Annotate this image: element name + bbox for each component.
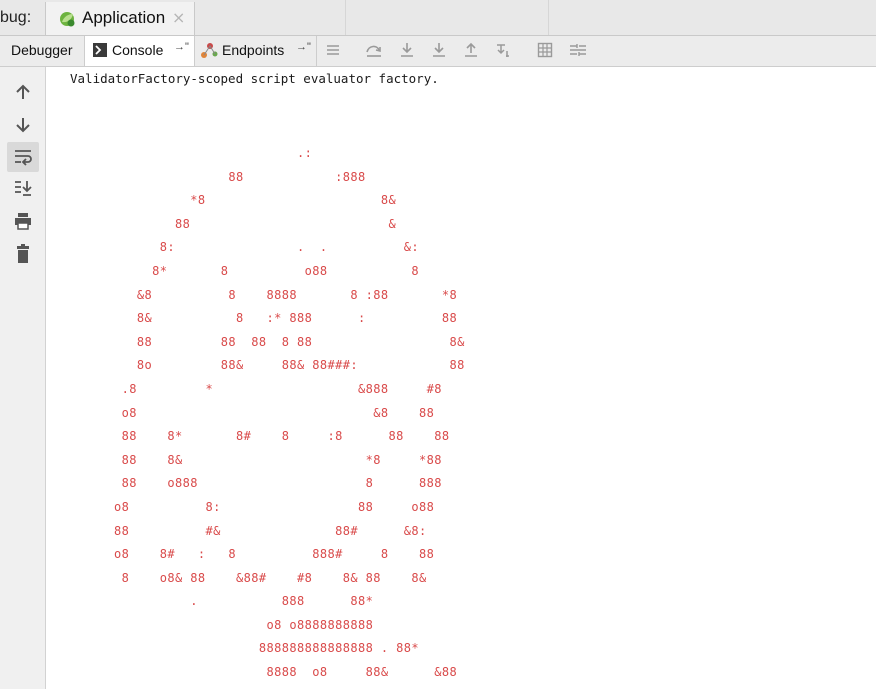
arrow-down-icon[interactable] [13, 116, 33, 138]
ascii-art-banner: .: 88 :888 *8 8& 88 & 8: . . &: 8* 8 o88… [114, 142, 465, 685]
force-step-into-icon[interactable] [431, 42, 447, 62]
run-tab-label: Application [82, 8, 166, 27]
console-log-line: ValidatorFactory-scoped script evaluator… [70, 71, 439, 86]
evaluate-expression-icon[interactable] [537, 42, 553, 62]
ascii-art-line: 8888 o8 88& &88 [114, 665, 458, 680]
run-to-cursor-icon[interactable] [495, 42, 513, 62]
pin-tab-icon[interactable]: →" [296, 41, 311, 53]
ascii-art-line: o8 o8888888888 [114, 617, 374, 632]
ascii-art-line: 8 o8& 88 &88# #8 8& 88 8& [114, 570, 427, 585]
show-execution-point-icon[interactable] [325, 42, 341, 62]
print-icon[interactable] [13, 212, 33, 234]
ascii-art-line: 88 :888 [114, 169, 366, 184]
clear-all-trash-icon[interactable] [13, 244, 33, 268]
trace-current-stream-icon[interactable] [569, 42, 587, 62]
ascii-art-line: . 888 88* [114, 594, 374, 609]
ascii-art-line: 8: . . &: [114, 240, 419, 255]
ascii-art-line: o8 &8 88 [114, 405, 435, 420]
arrow-up-icon[interactable] [13, 83, 33, 105]
console-side-toolbar [0, 67, 46, 689]
ascii-art-line: 8* 8 o88 8 [114, 263, 419, 278]
close-tab-icon[interactable]: × [172, 8, 185, 27]
tab-endpoints-label: Endpoints [222, 42, 285, 58]
ascii-art-line: 888888888888888 . 88* [114, 641, 419, 656]
step-over-icon[interactable] [365, 42, 383, 62]
ascii-art-line: 88 8& *8 *88 [114, 452, 442, 467]
step-into-icon[interactable] [399, 42, 415, 62]
debug-toolbar: Debugger Console →" Endpoints →" [0, 36, 876, 67]
console-output[interactable]: ValidatorFactory-scoped script evaluator… [58, 67, 876, 689]
tab-endpoints[interactable]: Endpoints →" [195, 36, 317, 66]
tab-console-label: Console [112, 42, 164, 58]
divider [548, 0, 549, 35]
soft-wrap-icon[interactable] [13, 148, 33, 170]
ascii-art-line: 88 #& 88# &8: [114, 523, 427, 538]
ascii-art-line: &8 8 8888 8 :88 *8 [114, 287, 458, 302]
ascii-art-line: .8 * &888 #8 [114, 381, 442, 396]
ascii-art-line: 88 88 88 8 88 8& [114, 334, 465, 349]
ascii-art-line: *8 8& [114, 193, 397, 208]
ascii-art-line: o8 8# : 8 888# 8 88 [114, 547, 435, 562]
ascii-art-line: 88 o888 8 888 [114, 476, 442, 491]
ascii-art-line: 8& 8 :* 888 : 88 [114, 311, 458, 326]
run-tool-window-header: bug: Application × [0, 0, 876, 36]
ascii-art-line: .: [114, 146, 313, 160]
endpoints-icon [200, 41, 218, 62]
spring-app-icon [58, 10, 76, 32]
run-config-tab-application[interactable]: Application × [45, 2, 195, 35]
ascii-art-line: 88 8* 8# 8 :8 88 88 [114, 429, 450, 444]
step-out-icon[interactable] [463, 42, 479, 62]
ascii-art-line: 8o 88& 88& 88###: 88 [114, 358, 465, 373]
tab-console[interactable]: Console →" [85, 36, 195, 66]
pin-tab-icon[interactable]: →" [174, 41, 189, 53]
divider [345, 0, 346, 35]
ascii-art-line: o8 8: 88 o88 [114, 499, 435, 514]
tab-debugger-label: Debugger [11, 42, 73, 58]
console-icon [93, 43, 107, 60]
scroll-to-end-icon[interactable] [13, 179, 33, 201]
tab-debugger[interactable]: Debugger [0, 36, 85, 66]
ascii-art-line: 88 & [114, 216, 397, 231]
debug-title: bug: [0, 9, 32, 26]
